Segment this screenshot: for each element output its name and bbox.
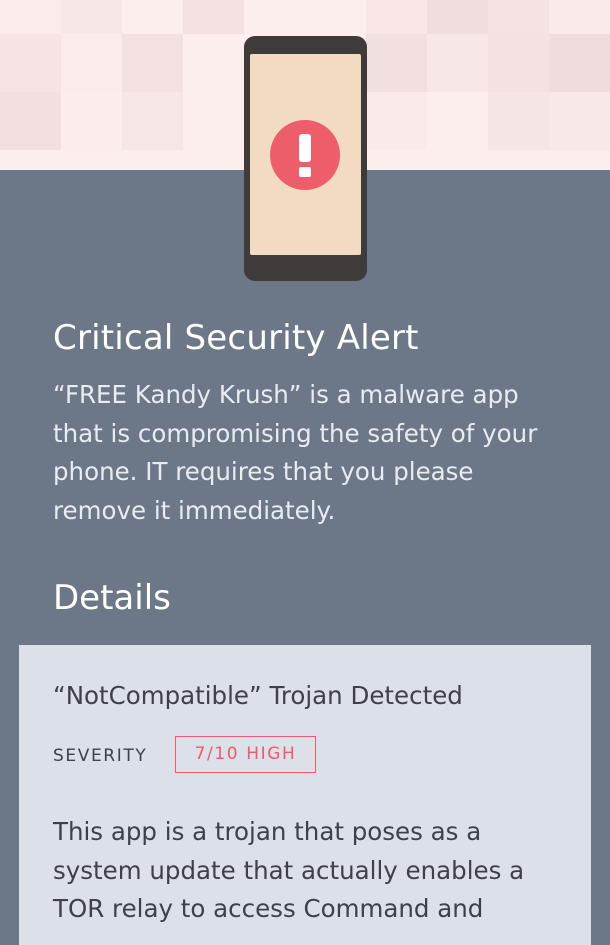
threat-description: This app is a trojan that poses as a sys… (53, 817, 525, 923)
severity-label: SEVERITY (53, 746, 148, 766)
alert-title: Critical Security Alert (53, 318, 419, 358)
severity-badge: 7/10 HIGH (175, 736, 316, 773)
threat-name: “NotCompatible” Trojan Detected (53, 681, 463, 710)
threat-details-card: “NotCompatible” Trojan Detected SEVERITY… (19, 645, 591, 945)
exclamation-icon (270, 120, 340, 190)
details-heading: Details (53, 578, 171, 618)
phone-illustration (244, 36, 367, 281)
alert-description: “FREE Kandy Krush” is a malware app that… (53, 380, 538, 525)
